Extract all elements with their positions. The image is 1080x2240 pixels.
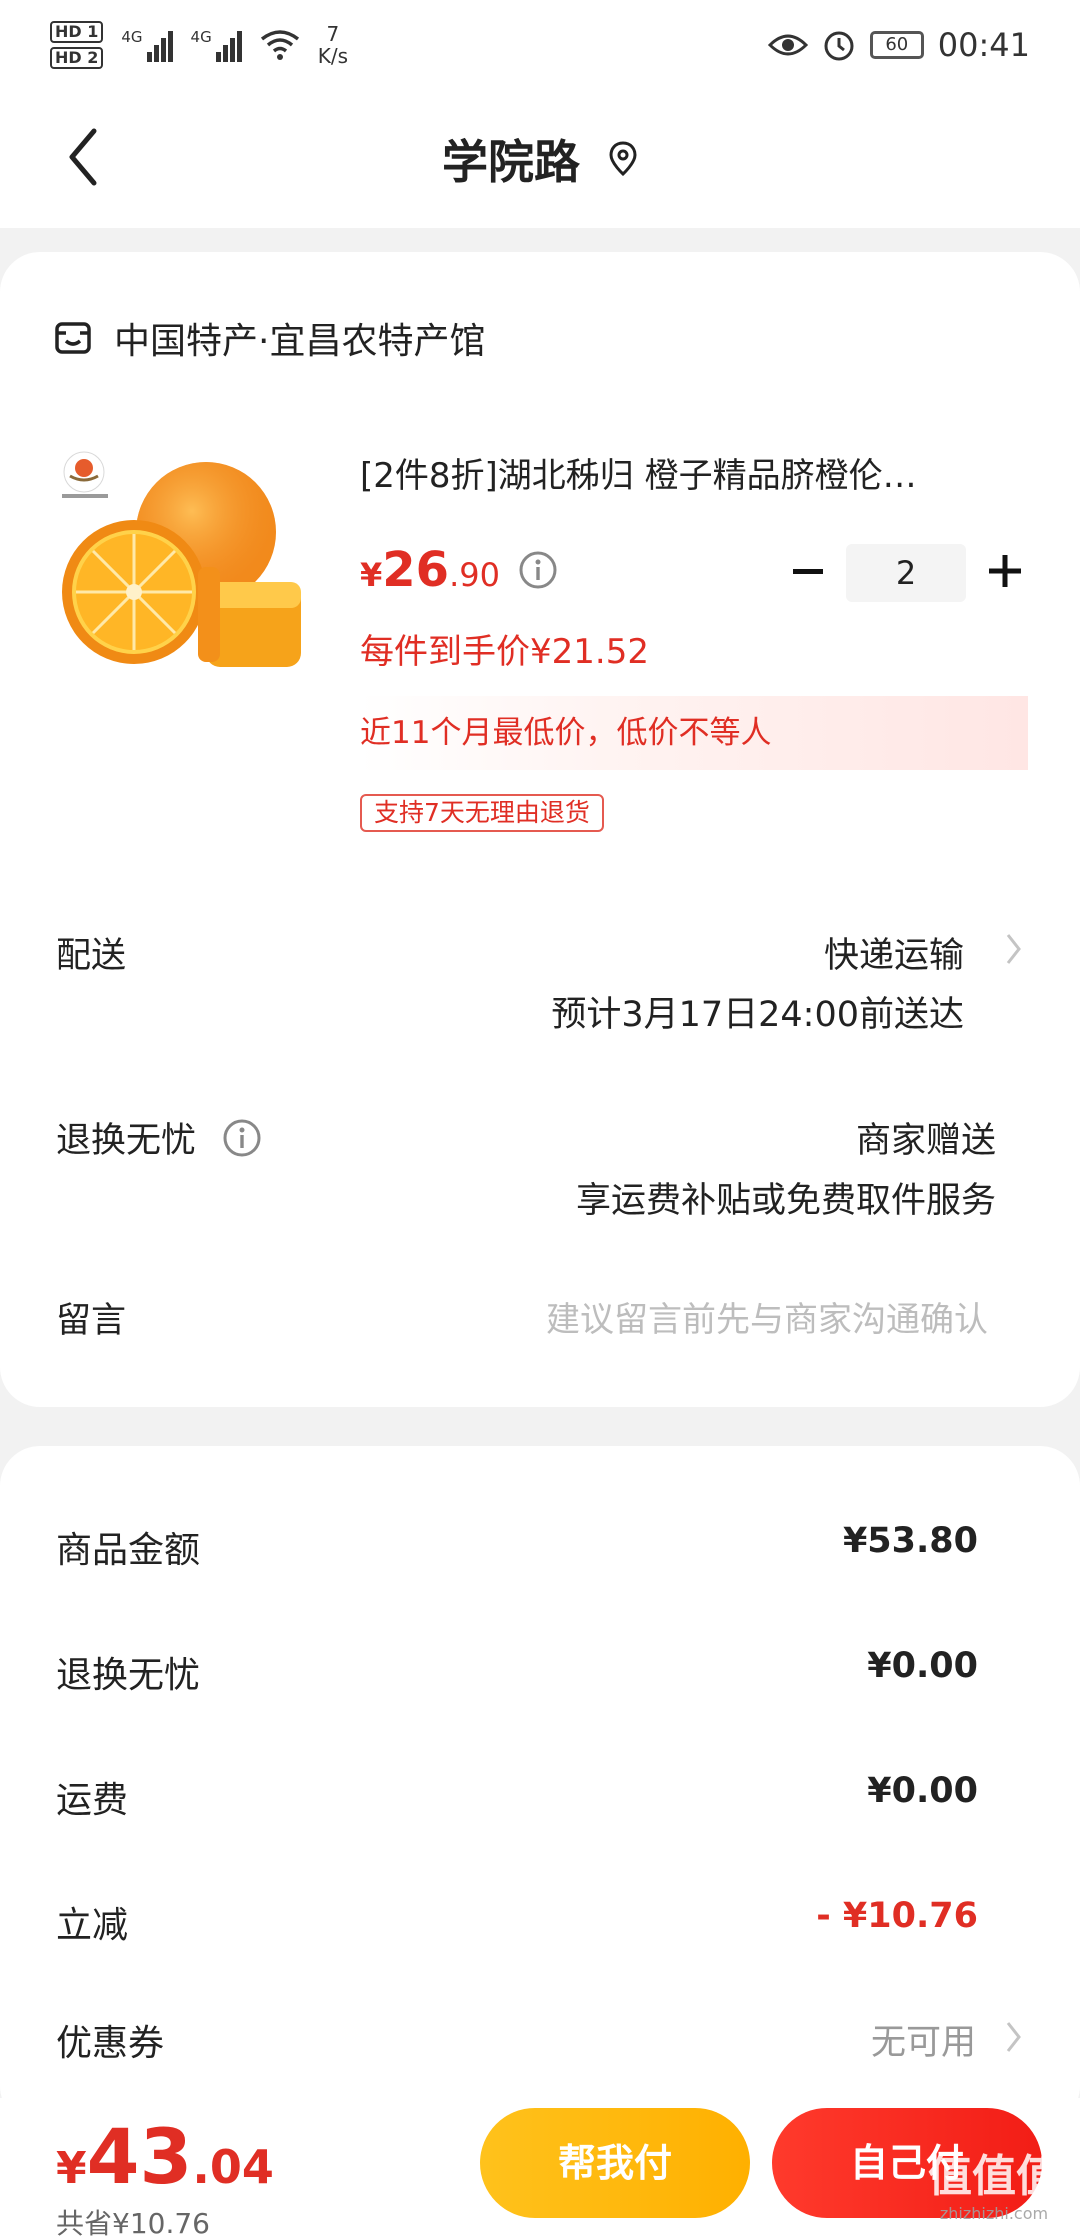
shipping-label: 运费	[56, 1780, 129, 1821]
order-card: 中国特产·宜昌农特产馆 [2件8折]湖北秭归 橙子精品脐橙伦… ¥ 26 .90…	[0, 252, 1080, 1407]
eye-icon	[767, 34, 808, 56]
help-me-pay-button[interactable]: 帮我付	[480, 2108, 750, 2218]
alarm-icon	[824, 31, 854, 61]
clock: 00:41	[937, 26, 1030, 64]
return-policy-badge: 支持7天无理由退货	[360, 794, 604, 832]
message-label: 留言	[56, 1301, 127, 1341]
goods-amount-value: ¥53.80	[842, 1521, 978, 1561]
quantity-increase-button[interactable]	[982, 546, 1028, 596]
return-worry-desc: 享运费补贴或免费取件服务	[575, 1181, 996, 1221]
price-integer: 26	[382, 542, 450, 598]
plus-icon	[989, 555, 1021, 587]
speed-value: 7	[326, 22, 340, 46]
return-info-icon[interactable]	[222, 1118, 262, 1158]
coupon-value[interactable]: 无可用	[871, 2014, 976, 2065]
unit-price: ¥ 26 .90	[360, 542, 558, 598]
status-bar: HD 1 HD 2 4G 4G 7 K/s 60 00:41	[0, 0, 1080, 90]
return-worry-value: 商家赠送	[855, 1121, 996, 1161]
quantity-decrease-button[interactable]	[786, 550, 830, 594]
saved-amount: 共省¥10.76	[56, 2207, 210, 2240]
delivery-eta: 预计3月17日24:00前送达	[551, 995, 964, 1035]
wifi-icon	[260, 30, 299, 60]
page-title: 学院路	[442, 135, 580, 189]
status-right: 60 00:41	[767, 26, 1030, 64]
signal-2-icon: 4G	[191, 28, 242, 62]
coupon-chevron-icon[interactable]	[1004, 2020, 1024, 2054]
price-decimal: .90	[449, 556, 500, 594]
status-left: HD 1 HD 2 4G 4G 7 K/s	[50, 21, 348, 69]
discount-value: - ¥10.76	[816, 1896, 978, 1936]
delivery-chevron-icon[interactable]	[1004, 932, 1024, 966]
return-worry-label: 退换无忧	[56, 1121, 197, 1161]
goods-amount-label: 商品金额	[56, 1530, 201, 1571]
coupon-label: 优惠券	[56, 2023, 165, 2064]
site-watermark: 值值值 zhizhizhi.com	[924, 2140, 1064, 2230]
speed-unit: K/s	[317, 44, 348, 68]
product-title[interactable]: [2件8折]湖北秭归 橙子精品脐橙伦…	[360, 448, 980, 497]
discount-label: 立减	[56, 1905, 129, 1946]
hd2-badge: HD 2	[50, 47, 104, 69]
total-currency: ¥	[56, 2143, 87, 2194]
hd1-badge: HD 1	[50, 21, 104, 43]
signal-1-icon: 4G	[121, 28, 173, 62]
price-info-icon[interactable]	[518, 550, 558, 590]
product-image[interactable]	[56, 442, 316, 682]
minus-icon	[793, 569, 823, 574]
price-summary-card: 商品金额 ¥53.80 退换无忧 ¥0.00 运费 ¥0.00 立减 - ¥10…	[0, 1446, 1080, 2126]
back-button[interactable]	[58, 122, 108, 192]
final-unit-price: 每件到手价¥21.52	[360, 632, 649, 672]
store-name: 中国特产·宜昌农特产馆	[114, 321, 486, 362]
shipping-value: ¥0.00	[867, 1771, 978, 1811]
header: 学院路	[0, 90, 1080, 228]
message-input[interactable]: 建议留言前先与商家沟通确认	[546, 1292, 988, 1341]
location-pin-icon	[609, 141, 637, 177]
watermark-text: 值值值	[928, 2151, 1060, 2202]
quantity-input[interactable]: 2	[846, 544, 966, 602]
return-fee-label: 退换无忧	[56, 1655, 201, 1696]
back-arrow-icon	[69, 128, 97, 186]
watermark-sub: zhizhizhi.com	[939, 2204, 1049, 2223]
store-row[interactable]: 中国特产·宜昌农特产馆	[54, 312, 485, 364]
return-fee-value: ¥0.00	[867, 1646, 978, 1686]
delivery-method[interactable]: 快递运输	[824, 927, 964, 978]
signal-2-label: 4G	[190, 28, 212, 46]
lowest-price-banner: 近11个月最低价，低价不等人	[360, 696, 1028, 770]
price-currency: ¥	[360, 556, 383, 594]
delivery-label: 配送	[56, 936, 127, 976]
checkout-bar: ¥ 43 .04 共省¥10.76 帮我付 自己付	[0, 2098, 1080, 2240]
store-icon	[55, 322, 91, 354]
battery-icon: 60	[869, 31, 924, 59]
total-price: ¥ 43 .04	[56, 2112, 274, 2201]
hd-indicators: HD 1 HD 2	[50, 21, 104, 69]
network-speed: 7 K/s	[318, 23, 348, 67]
signal-1-label: 4G	[121, 28, 143, 46]
total-decimal: .04	[192, 2140, 274, 2194]
header-title-group[interactable]: 学院路	[0, 90, 1080, 228]
return-worry-row: 退换无忧	[56, 1112, 262, 1163]
total-integer: 43	[86, 2112, 193, 2201]
